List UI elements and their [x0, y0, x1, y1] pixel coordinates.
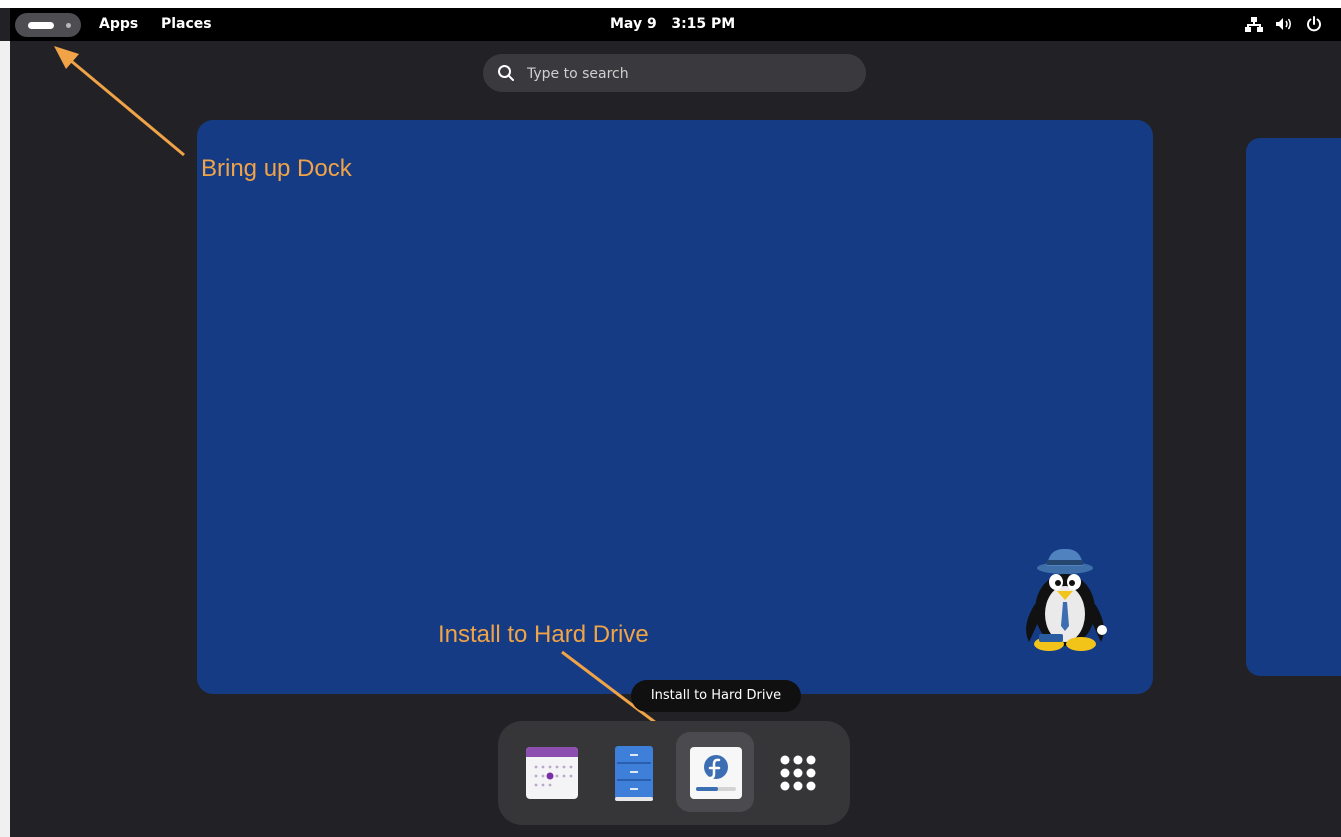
dock-item-calendar[interactable] — [512, 732, 590, 812]
dock-item-files[interactable] — [594, 732, 672, 812]
workspace-indicator-active — [28, 22, 54, 29]
calendar-icon — [526, 747, 578, 799]
fedora-penguin-mascot — [1026, 548, 1107, 651]
clock[interactable]: May 9 3:15 PM — [610, 16, 735, 32]
annotation-install-to-hard-drive: Install to Hard Drive — [438, 621, 649, 648]
activities-button[interactable] — [15, 13, 81, 37]
clock-date: May 9 — [610, 16, 657, 32]
clock-time: 3:15 PM — [671, 16, 736, 32]
window-frame-left — [0, 41, 10, 837]
annotation-bring-up-dock: Bring up Dock — [201, 155, 352, 182]
search-bar[interactable] — [483, 54, 866, 94]
dock-item-show-apps[interactable] — [758, 732, 836, 812]
dock — [498, 721, 850, 825]
window-frame-top — [0, 0, 1341, 8]
file-cabinet-icon — [615, 746, 653, 801]
fedora-installer-icon — [690, 747, 742, 799]
system-tray[interactable] — [1245, 16, 1323, 32]
workspace-thumbnail-current[interactable] — [197, 120, 1153, 694]
places-menu[interactable]: Places — [161, 16, 212, 32]
power-icon[interactable] — [1305, 16, 1323, 32]
workspace-thumbnail-next[interactable] — [1246, 138, 1341, 676]
top-panel: Apps Places May 9 3:15 PM — [10, 8, 1341, 41]
annotation-arrowhead-dock — [54, 46, 79, 69]
apps-menu[interactable]: Apps — [99, 16, 138, 32]
dock-tooltip: Install to Hard Drive — [631, 680, 801, 712]
network-icon[interactable] — [1245, 16, 1263, 32]
annotation-arrow-dock — [69, 58, 185, 157]
workspace-indicator-inactive — [66, 23, 71, 28]
search-icon — [498, 65, 514, 81]
app-grid-icon — [780, 755, 816, 791]
volume-icon[interactable] — [1275, 16, 1293, 32]
search-input[interactable] — [525, 54, 849, 94]
dock-item-install-to-hard-drive[interactable] — [676, 732, 754, 812]
